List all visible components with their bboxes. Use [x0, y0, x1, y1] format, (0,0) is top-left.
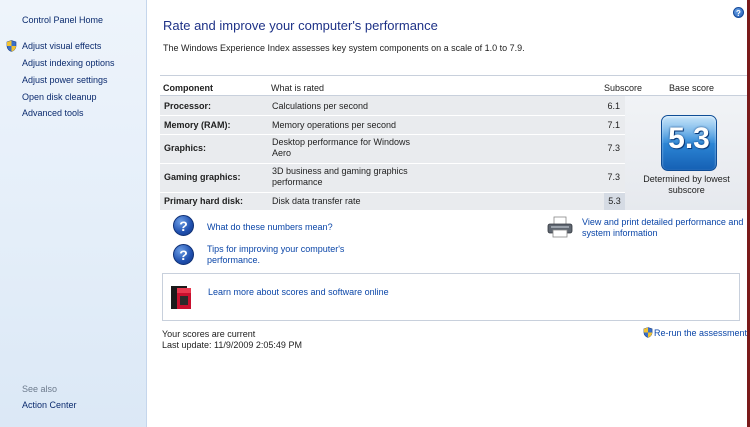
main-content: ? Rate and improve your computer's perfo… — [147, 0, 748, 427]
row-subscore: 7.3 — [607, 172, 620, 182]
software-box-icon — [171, 286, 191, 309]
row-subscore: 7.3 — [607, 143, 620, 153]
learn-more-link[interactable]: Learn more about scores and software onl… — [208, 287, 408, 298]
nav-item-advanced-tools[interactable]: Advanced tools — [22, 108, 84, 118]
row-component: Memory (RAM): — [164, 120, 231, 130]
performance-window: Control Panel Home Adjust visual effects… — [0, 0, 750, 427]
base-score-panel: 5.3 Determined by lowest subscore — [625, 96, 748, 210]
question-icon: ? — [173, 244, 194, 265]
page-description: The Windows Experience Index assesses ke… — [163, 43, 525, 53]
row-rated: Calculations per second — [272, 101, 369, 111]
help-icon[interactable]: ? — [733, 7, 744, 18]
row-subscore: 6.1 — [607, 101, 620, 111]
action-center-link[interactable]: Action Center — [22, 400, 77, 410]
table-row: Processor: Calculations per second 6.1 — [160, 96, 625, 115]
learn-more-box: Learn more about scores and software onl… — [162, 273, 740, 321]
score-table: Component What is rated Subscore Base sc… — [160, 75, 748, 210]
header-component: Component — [163, 83, 213, 93]
row-component: Graphics: — [164, 143, 207, 153]
row-subscore-lowest: 5.3 — [604, 193, 625, 210]
scores-current-status: Your scores are current — [162, 329, 256, 339]
row-component: Processor: — [164, 101, 212, 111]
header-what-is-rated: What is rated — [271, 83, 325, 93]
nav-item-adjust-indexing-options[interactable]: Adjust indexing options — [22, 58, 115, 68]
row-rated: Desktop performance for Windows Aero — [272, 137, 411, 158]
table-row: Graphics: Desktop performance for Window… — [160, 135, 625, 163]
nav-item-adjust-power-settings[interactable]: Adjust power settings — [22, 75, 108, 85]
row-rated: 3D business and gaming graphics performa… — [272, 166, 408, 187]
view-print-details-link[interactable]: View and print detailed performance and … — [582, 217, 747, 239]
row-component: Gaming graphics: — [164, 172, 241, 182]
row-component: Primary hard disk: — [164, 196, 244, 206]
nav-item-adjust-visual-effects[interactable]: Adjust visual effects — [22, 41, 101, 51]
page-title: Rate and improve your computer's perform… — [163, 18, 438, 33]
uac-shield-icon — [643, 327, 653, 338]
base-score-caption: Determined by lowest subscore — [643, 174, 730, 195]
printer-icon — [547, 216, 573, 238]
uac-shield-icon — [6, 40, 17, 52]
row-rated: Disk data transfer rate — [272, 196, 361, 206]
what-numbers-mean-link[interactable]: What do these numbers mean? — [207, 222, 333, 233]
header-subscore: Subscore — [604, 83, 643, 93]
table-row: Memory (RAM): Memory operations per seco… — [160, 116, 625, 134]
base-score-badge: 5.3 — [661, 115, 717, 171]
row-subscore: 7.1 — [607, 120, 620, 130]
tips-improving-link[interactable]: Tips for improving your computer's perfo… — [207, 244, 357, 266]
control-panel-home-link[interactable]: Control Panel Home — [22, 15, 103, 25]
table-row: Primary hard disk: Disk data transfer ra… — [160, 193, 625, 210]
last-update-status: Last update: 11/9/2009 2:05:49 PM — [162, 340, 302, 350]
see-also-heading: See also — [22, 384, 58, 394]
base-score-value: 5.3 — [668, 122, 710, 155]
table-row: Gaming graphics: 3D business and gaming … — [160, 164, 625, 192]
row-rated: Memory operations per second — [272, 120, 397, 130]
nav-item-open-disk-cleanup[interactable]: Open disk cleanup — [22, 92, 97, 102]
question-icon: ? — [173, 215, 194, 236]
header-base-score: Base score — [669, 83, 715, 93]
rerun-assessment-link[interactable]: Re-run the assessment — [654, 328, 747, 339]
nav-pane: Control Panel Home Adjust visual effects… — [0, 0, 147, 427]
